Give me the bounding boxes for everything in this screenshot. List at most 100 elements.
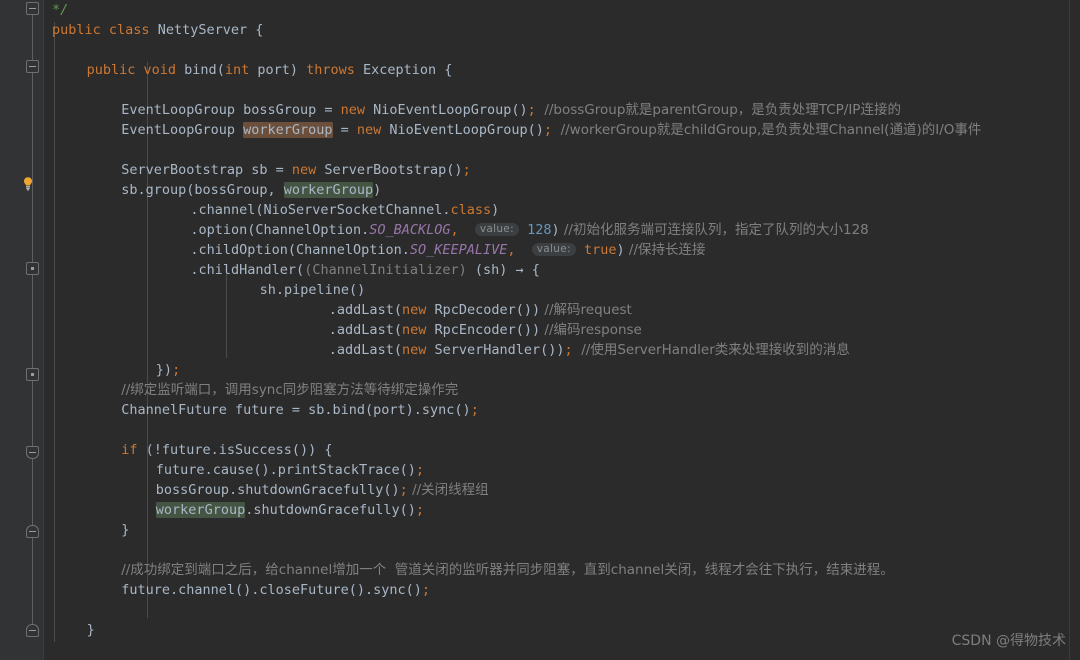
code-token: .addLast( xyxy=(328,342,402,358)
code-token: new xyxy=(401,342,427,358)
code-token: new xyxy=(356,122,382,138)
code-comment: //关闭线程组 xyxy=(407,482,489,498)
code-line[interactable]: if (!future.isSuccess()) { xyxy=(44,440,1080,460)
code-line[interactable]: ChannelFuture future = sb.bind(port).syn… xyxy=(44,400,1080,420)
code-token: int xyxy=(224,62,250,78)
code-token: public xyxy=(86,62,136,78)
code-comment: //成功绑定到端口之后，给channel增加一个 管道关闭的监听器并同步阻塞，直… xyxy=(121,562,894,578)
code-token: ServerBootstrap() xyxy=(316,162,463,178)
code-comment: //bossGroup就是parentGroup，是负责处理TCP/IP连接的 xyxy=(535,102,901,118)
code-token: class xyxy=(450,202,492,218)
code-comment: //解码request xyxy=(540,302,632,318)
fold-marker[interactable] xyxy=(26,624,39,637)
code-line[interactable]: } xyxy=(44,620,1080,640)
fold-marker[interactable] xyxy=(26,2,39,15)
source-code[interactable]: */ public class NettyServer { public void… xyxy=(44,0,1080,660)
code-line[interactable]: bossGroup.shutdownGracefully(); //关闭线程组 xyxy=(44,480,1080,500)
usage-highlight-write: workerGroup xyxy=(243,122,333,138)
code-token: SO_BACKLOG xyxy=(369,222,451,238)
editor-gutter[interactable] xyxy=(0,0,44,660)
code-line[interactable]: */ xyxy=(44,0,1080,20)
code-token: bossGroup.shutdownGracefully() xyxy=(155,482,400,498)
code-token: ; xyxy=(564,342,573,358)
code-line[interactable] xyxy=(44,40,1080,60)
code-token: .addLast( xyxy=(328,302,402,318)
code-token: port) xyxy=(249,62,307,78)
code-token: new xyxy=(291,162,317,178)
code-token: throws xyxy=(306,62,355,78)
code-line[interactable]: .childOption(ChannelOption.SO_KEEPALIVE,… xyxy=(44,240,1080,260)
lightbulb-icon[interactable] xyxy=(21,176,35,192)
code-line[interactable]: public void bind(int port) throws Except… xyxy=(44,60,1080,80)
code-token: true xyxy=(583,242,617,258)
code-line[interactable]: .addLast(new ServerHandler()); //使用Serve… xyxy=(44,340,1080,360)
fold-marker[interactable] xyxy=(26,446,39,459)
code-line[interactable]: //绑定监听端口，调用sync同步阻塞方法等待绑定操作完 xyxy=(44,380,1080,400)
code-token: ServerBootstrap sb = xyxy=(121,162,292,178)
code-line[interactable]: sb.group(bossGroup, workerGroup) xyxy=(44,180,1080,200)
watermark: CSDN @得物技术 xyxy=(951,633,1066,649)
code-token: ) xyxy=(491,202,500,218)
code-token: future.channel().closeFuture().sync() xyxy=(121,582,422,598)
code-token: .channel(NioServerSocketChannel. xyxy=(190,202,451,218)
code-line[interactable] xyxy=(44,420,1080,440)
code-token: = xyxy=(332,122,357,138)
code-token: (sh) xyxy=(466,262,516,278)
code-line[interactable] xyxy=(44,140,1080,160)
code-token: new xyxy=(340,102,366,118)
code-line[interactable]: .channel(NioServerSocketChannel.class) xyxy=(44,200,1080,220)
code-line[interactable] xyxy=(44,80,1080,100)
code-line[interactable]: EventLoopGroup workerGroup = new NioEven… xyxy=(44,120,1080,140)
code-line[interactable]: sh.pipeline() xyxy=(44,280,1080,300)
code-token: , xyxy=(450,222,459,238)
code-line[interactable] xyxy=(44,540,1080,560)
code-line[interactable]: .option(ChannelOption.SO_BACKLOG, value:… xyxy=(44,220,1080,240)
code-line[interactable]: } xyxy=(44,520,1080,540)
code-line[interactable]: future.cause().printStackTrace(); xyxy=(44,460,1080,480)
code-line[interactable]: workerGroup.shutdownGracefully(); xyxy=(44,500,1080,520)
code-token: .option(ChannelOption. xyxy=(190,222,370,238)
code-line[interactable] xyxy=(44,600,1080,620)
fold-marker[interactable] xyxy=(26,368,39,381)
code-token: } xyxy=(121,522,130,538)
code-token: SO_KEEPALIVE xyxy=(409,242,508,258)
code-line[interactable] xyxy=(44,640,1080,660)
code-token: future.cause().printStackTrace() xyxy=(155,462,416,478)
code-token: { xyxy=(247,22,264,38)
code-token: NettyServer xyxy=(157,22,248,38)
code-token: class xyxy=(108,22,150,38)
code-line[interactable]: }); xyxy=(44,360,1080,380)
code-comment: //绑定监听端口，调用sync同步阻塞方法等待绑定操作完 xyxy=(121,382,459,398)
usage-highlight-read: workerGroup xyxy=(283,182,374,198)
code-token: NioEventLoopGroup() xyxy=(381,122,544,138)
fold-marker[interactable] xyxy=(26,525,39,538)
code-content-area[interactable]: */ public class NettyServer { public void… xyxy=(44,0,1080,660)
code-line[interactable]: EventLoopGroup bossGroup = new NioEventL… xyxy=(44,100,1080,120)
code-comment: //初始化服务端可连接队列，指定了队列的大小128 xyxy=(559,222,869,238)
code-token: { xyxy=(523,262,540,278)
code-line[interactable]: public class NettyServer { xyxy=(44,20,1080,40)
code-token: public xyxy=(52,22,101,38)
code-line[interactable]: .childHandler((ChannelInitializer) (sh) … xyxy=(44,260,1080,280)
code-comment: //使用ServerHandler类来处理接收到的消息 xyxy=(572,342,850,358)
fold-marker[interactable] xyxy=(26,262,39,275)
code-line[interactable]: future.channel().closeFuture().sync(); xyxy=(44,580,1080,600)
code-token: ; xyxy=(470,402,479,418)
code-token: ; xyxy=(415,502,425,518)
code-token: ; xyxy=(399,482,408,498)
code-line[interactable]: .addLast(new RpcDecoder()) //解码request xyxy=(44,300,1080,320)
code-token: ; xyxy=(462,162,471,178)
usage-highlight-read: workerGroup xyxy=(155,502,246,518)
fold-marker[interactable] xyxy=(26,60,39,73)
inline-parameter-hint: value: xyxy=(531,243,576,256)
code-line[interactable]: .addLast(new RpcEncoder()) //编码response xyxy=(44,320,1080,340)
code-token: } xyxy=(86,622,95,638)
code-line[interactable]: ServerBootstrap sb = new ServerBootstrap… xyxy=(44,160,1080,180)
code-line[interactable]: //成功绑定到端口之后，给channel增加一个 管道关闭的监听器并同步阻塞，直… xyxy=(44,560,1080,580)
code-token: ServerHandler()) xyxy=(426,342,565,358)
